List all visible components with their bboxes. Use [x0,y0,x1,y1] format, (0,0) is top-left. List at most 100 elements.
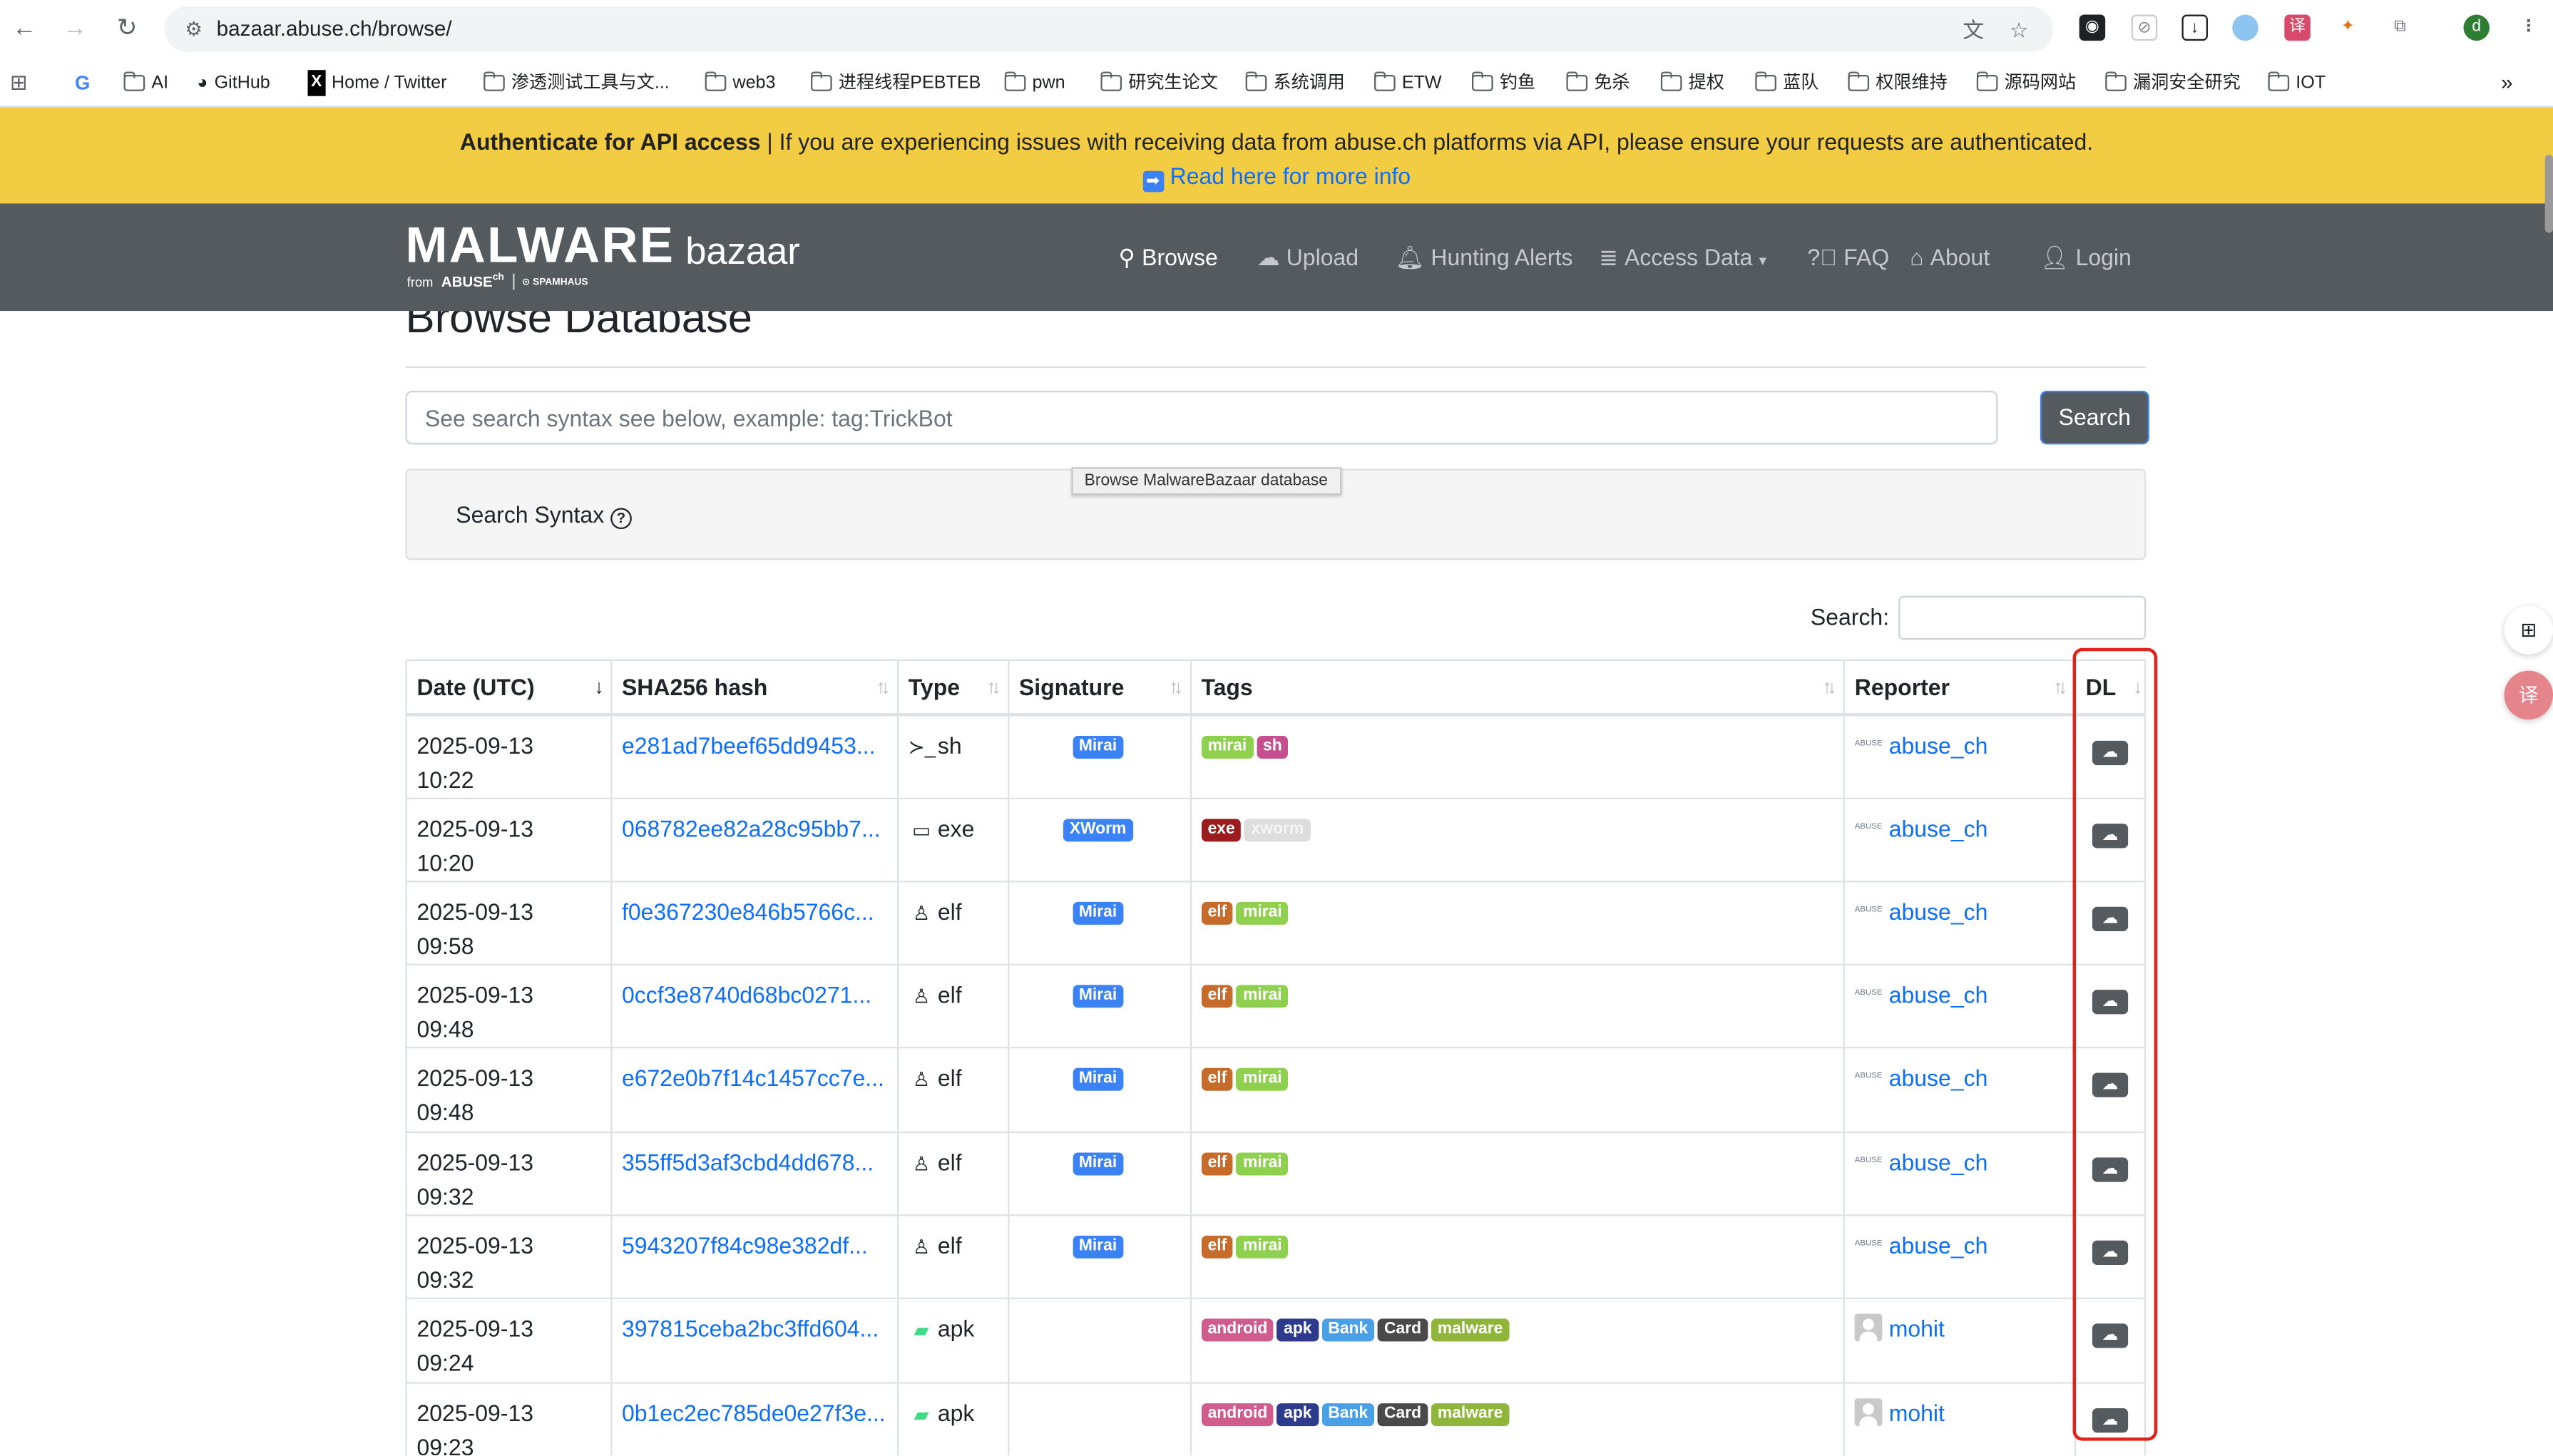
profile-avatar[interactable]: d [2463,14,2490,41]
col-tags[interactable]: Tags ↑↓ [1189,659,1844,716]
cloud-download-icon[interactable]: ☁ [2092,1408,2129,1432]
extensions-puzzle-icon[interactable]: ⧉ [2387,14,2413,41]
bookmark-link[interactable]: ◕ GitHub [197,70,270,96]
bookmark-folder[interactable]: 进程线程PEBTEB [811,70,981,96]
extension-download-icon[interactable]: ↓ [2181,14,2209,41]
bookmark-folder[interactable]: ETW [1374,70,1442,96]
search-button[interactable]: Search [2040,390,2149,445]
address-bar[interactable]: ⚙ bazaar.abuse.ch/browse/ 文 ☆ [164,6,2054,53]
signature-badge[interactable]: Mirai [1072,1152,1124,1175]
tag-badge[interactable]: Bank [1321,1403,1375,1426]
col-signature[interactable]: Signature ↑↓ [1007,659,1191,716]
hash-link[interactable]: f0e367230e846b5766c... [622,898,874,925]
col-dl[interactable]: DL ↓ [2074,659,2147,716]
extension-ghost-icon[interactable]: ◉ [2079,14,2106,41]
nav-about[interactable]: ⌂ About [1910,242,1990,272]
reporter-link[interactable]: mohit [1889,1400,1945,1426]
reporter-link[interactable]: mohit [1889,1316,1945,1342]
reporter-link[interactable]: abuse_ch [1889,982,1988,1008]
banner-link[interactable]: ➡ Read here for more info [0,163,2553,193]
reporter-link[interactable]: abuse_ch [1889,1232,1988,1258]
side-qr-icon[interactable]: ⊞ [2504,605,2553,655]
tag-badge[interactable]: xworm [1244,818,1311,841]
col-sha256[interactable]: SHA256 hash ↑↓ [610,659,898,716]
bookmark-folder[interactable]: 提权 [1660,70,1724,96]
cloud-download-icon[interactable]: ☁ [2092,1157,2129,1181]
reporter-link[interactable]: abuse_ch [1889,732,1988,758]
site-info-icon[interactable]: ⚙ [180,16,207,43]
scrollbar[interactable] [2544,154,2553,233]
reporter-link[interactable]: abuse_ch [1889,815,1988,841]
table-search-input[interactable] [1898,595,2147,640]
reporter-link[interactable]: abuse_ch [1889,1149,1988,1175]
nav-access-data[interactable]: ≣ Access Data ▾ [1599,242,1766,275]
tag-badge[interactable]: malware [1431,1403,1510,1426]
bookmark-folder[interactable]: pwn [1004,70,1065,96]
signature-badge[interactable]: Mirai [1072,734,1124,758]
hash-link[interactable]: 0b1ec2ec785de0e27f3e... [622,1400,886,1426]
extension-circle-icon[interactable] [2232,14,2258,41]
tag-badge[interactable]: mirai [1201,734,1254,758]
search-syntax-toggle[interactable]: Search Syntax ? [456,501,632,530]
hash-link[interactable]: e672e0b7f14c1457cc7e... [622,1065,884,1092]
bookmark-folder[interactable]: AI [123,70,168,96]
tag-badge[interactable]: elf [1201,985,1234,1008]
bookmark-folder[interactable]: web3 [705,70,775,96]
signature-badge[interactable]: Mirai [1072,901,1124,925]
hash-link[interactable]: 397815ceba2bc3ffd604... [622,1316,879,1342]
banner-link-text[interactable]: Read here for more info [1170,163,1411,189]
side-translate-icon[interactable]: 译 [2504,670,2553,720]
logo-bazaar[interactable]: bazaar [685,230,800,274]
hash-link[interactable]: 068782ee82a28c95bb7... [622,815,881,841]
cloud-download-icon[interactable]: ☁ [2092,1240,2129,1266]
extension-link-icon[interactable]: ⊘ [2131,14,2158,41]
bookmark-folder[interactable]: 免杀 [1566,70,1629,96]
cloud-download-icon[interactable]: ☁ [2092,739,2129,764]
bookmark-folder[interactable]: 源码网站 [1976,70,2076,96]
apps-grid-icon[interactable]: ⊞ [10,70,28,96]
cloud-download-icon[interactable]: ☁ [2092,990,2129,1015]
translate-icon[interactable]: 文 [1960,18,1987,44]
tag-badge[interactable]: elf [1201,1068,1234,1092]
more-bookmarks-icon[interactable]: » [2501,70,2513,96]
metamask-fox-icon[interactable]: ✦ [2335,14,2361,41]
tag-badge[interactable]: elf [1201,1152,1234,1175]
forward-icon[interactable]: → [60,15,89,44]
address-url[interactable]: bazaar.abuse.ch/browse/ [217,16,452,43]
tag-badge[interactable]: Card [1377,1403,1428,1426]
bookmark-link[interactable]: X Home / Twitter [307,70,446,96]
browser-menu-icon[interactable]: ⋮ [2515,14,2542,41]
reload-icon[interactable]: ↻ [113,15,142,44]
tag-badge[interactable]: malware [1431,1319,1510,1342]
bookmark-folder[interactable]: IOT [2268,70,2326,96]
bookmark-folder[interactable]: 系统调用 [1245,70,1345,96]
search-input[interactable]: See search syntax see below, example: ta… [405,390,1998,445]
tag-badge[interactable]: apk [1277,1403,1319,1426]
bookmark-folder[interactable]: 漏洞安全研究 [2105,70,2241,96]
extension-translate-icon[interactable]: 译 [2284,14,2311,41]
tag-badge[interactable]: Bank [1321,1319,1375,1342]
back-icon[interactable]: ← [10,15,39,44]
tag-badge[interactable]: Card [1377,1319,1428,1342]
reporter-link[interactable]: abuse_ch [1889,898,1988,925]
tag-badge[interactable]: android [1201,1319,1274,1342]
logo-malware[interactable]: MALWARE [406,217,675,275]
tag-badge[interactable]: sh [1256,734,1289,758]
cloud-download-icon[interactable]: ☁ [2092,1073,2129,1098]
hash-link[interactable]: 0ccf3e8740d68bc0271... [622,982,871,1008]
cloud-download-icon[interactable]: ☁ [2092,906,2129,931]
bookmark-folder[interactable]: 研究生论文 [1100,70,1218,96]
signature-badge[interactable]: XWorm [1063,818,1133,841]
nav-hunting-alerts[interactable]: 🔔︎ Hunting Alerts [1396,242,1573,272]
bookmark-folder[interactable]: 蓝队 [1755,70,1818,96]
hash-link[interactable]: 5943207f84c98e382df... [622,1232,868,1258]
hash-link[interactable]: 355ff5d3af3cbd4dd678... [622,1149,874,1175]
bookmark-star-icon[interactable]: ☆ [2006,18,2032,44]
col-date[interactable]: Date (UTC) ↓ [405,659,612,716]
tag-badge[interactable]: mirai [1236,1235,1289,1258]
nav-login[interactable]: 👤︎ Login [2040,242,2132,272]
signature-badge[interactable]: Mirai [1072,1068,1124,1092]
tag-badge[interactable]: apk [1277,1319,1319,1342]
tag-badge[interactable]: mirai [1236,1152,1289,1175]
nav-upload[interactable]: ☁ Upload [1257,242,1359,272]
